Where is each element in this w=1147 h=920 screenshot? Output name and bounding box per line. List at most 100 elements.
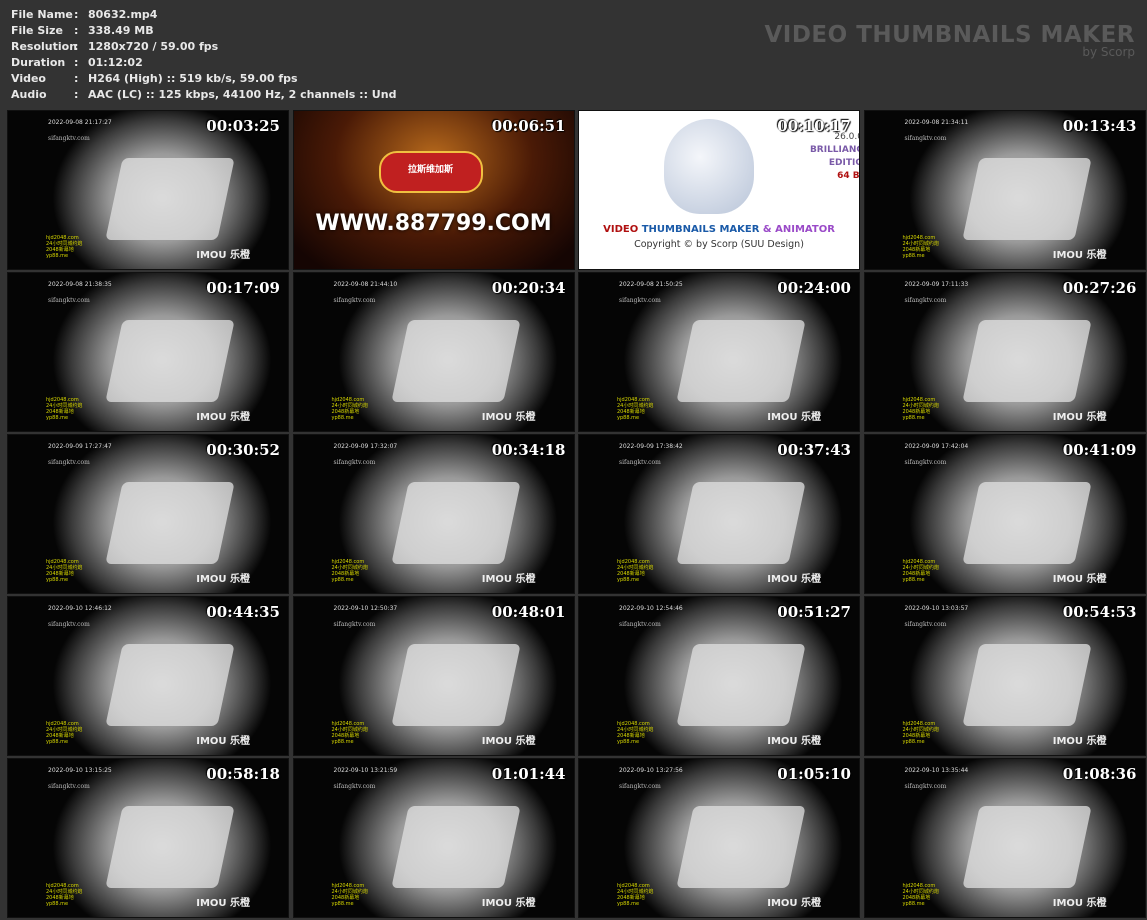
thumbnail[interactable]: 2022-09-10 12:50:37 sifangktv.com hjd204…	[292, 596, 575, 756]
thumbnail-time: 00:03:25	[206, 117, 280, 135]
ad-sign: 拉斯维加斯	[378, 151, 483, 193]
yellow-watermark: hjd2048.com 24小时同城约炮 2048新幕地 yp88.me	[903, 235, 939, 259]
thumbnail-time: 00:17:09	[206, 279, 280, 297]
imou-logo: IMOU 乐橙	[1052, 736, 1107, 747]
imou-logo: IMOU 乐橙	[481, 574, 536, 585]
bed-shape	[105, 806, 236, 889]
camera-timestamp: 2022-09-09 17:38:42	[619, 443, 683, 450]
thumbnail[interactable]: 2022-09-10 13:03:57 sifangktv.com hjd204…	[863, 596, 1146, 756]
thumbnail[interactable]: 2022-09-08 21:17:27 sifangktv.com hjd204…	[7, 110, 289, 270]
imou-logo: IMOU 乐橙	[196, 250, 250, 261]
info-separator: :	[74, 24, 79, 37]
yellow-watermark: hjd2048.com 24小时同城约炮 2048新幕地 yp88.me	[903, 883, 939, 907]
bed-shape	[391, 482, 521, 565]
info-row: File Size:338.49 MB	[11, 23, 396, 39]
info-row: Video: H264 (High) :: 519 kb/s, 59.00 fps	[11, 71, 396, 87]
thumbnail[interactable]: 拉斯维加斯 WWW.887799.COM 00:06:51	[292, 110, 575, 270]
bed-shape	[676, 482, 807, 565]
camera-timestamp: 2022-09-10 13:35:44	[904, 767, 969, 774]
thumbnail[interactable]: 2022-09-10 13:15:25 sifangktv.com hjd204…	[7, 758, 289, 918]
yellow-line: yp88.me	[902, 739, 925, 745]
thumbnail[interactable]: 2022-09-10 13:21:59 sifangktv.com hjd204…	[292, 758, 575, 918]
bed-shape	[962, 158, 1092, 241]
info-label: File Name	[11, 8, 73, 21]
camera-timestamp: 2022-09-10 13:21:59	[333, 767, 398, 774]
thumbnail[interactable]: 2022-09-08 21:50:25 sifangktv.com hjd204…	[578, 272, 860, 432]
thumbnail-time: 00:13:43	[1062, 117, 1137, 135]
yellow-line: yp88.me	[46, 901, 69, 907]
yellow-line: yp88.me	[617, 415, 640, 421]
thumbnail-time: 00:10:17	[777, 117, 851, 135]
title-part: VIDEO	[603, 224, 639, 235]
thumbnail[interactable]: 2022-09-08 21:38:35 sifangktv.com hjd204…	[7, 272, 289, 432]
thumbnail[interactable]: 2022-09-09 17:27:47 sifangktv.com hjd204…	[7, 434, 289, 594]
title-part: & ANIMATOR	[762, 224, 835, 235]
yellow-line: yp88.me	[902, 415, 925, 421]
info-label: Audio	[11, 88, 47, 101]
bed-shape	[391, 644, 521, 727]
edition-line: BRILLIANC	[809, 145, 860, 155]
yellow-watermark: hjd2048.com 24小时同城约炮 2048新幕地 yp88.me	[617, 559, 653, 583]
thumbnail[interactable]: 2022-09-10 13:35:44 sifangktv.com hjd204…	[863, 758, 1146, 918]
yellow-watermark: hjd2048.com 24小时同城约炮 2048新幕地 yp88.me	[617, 397, 653, 421]
imou-logo: IMOU 乐橙	[481, 412, 536, 423]
thumbnail-time: 01:08:36	[1062, 765, 1137, 783]
camera-timestamp: 2022-09-09 17:32:07	[333, 443, 398, 450]
thumbnail[interactable]: 2022-09-09 17:38:42 sifangktv.com hjd204…	[578, 434, 860, 594]
imou-logo: IMOU 乐橙	[196, 574, 250, 585]
imou-logo: IMOU 乐橙	[1052, 898, 1107, 909]
imou-logo: IMOU 乐橙	[481, 736, 536, 747]
info-separator: :	[74, 8, 79, 21]
info-separator: :	[74, 72, 79, 85]
title-part: THUMBNAILS MAKER	[641, 224, 760, 235]
camera-timestamp: 2022-09-09 17:27:47	[48, 443, 112, 450]
thumbnail[interactable]: 2022-09-10 12:54:46 sifangktv.com hjd204…	[578, 596, 860, 756]
thumbnail-time: 00:54:53	[1062, 603, 1137, 621]
thumbnail[interactable]: 2022-09-08 21:34:11 sifangktv.com hjd204…	[863, 110, 1146, 270]
info-value: H264 (High) :: 519 kb/s, 59.00 fps	[88, 72, 298, 85]
thumbnail[interactable]: 2022-09-09 17:11:33 sifangktv.com hjd204…	[863, 272, 1146, 432]
info-value: AAC (LC) :: 125 kbps, 44100 Hz, 2 channe…	[88, 88, 397, 101]
watermark: sifangktv.com	[619, 783, 661, 790]
imou-logo: IMOU 乐橙	[1052, 250, 1107, 261]
thumbnail[interactable]: 26.0.0BRILLIANCEDITIO64 BI VIDEO THUMBNA…	[578, 110, 860, 270]
thumbnail[interactable]: 2022-09-08 21:44:10 sifangktv.com hjd204…	[292, 272, 575, 432]
thumbnail[interactable]: 2022-09-09 17:42:04 sifangktv.com hjd204…	[863, 434, 1146, 594]
bed-shape	[391, 320, 521, 403]
watermark: sifangktv.com	[904, 621, 947, 628]
thumbnail[interactable]: 2022-09-10 13:27:56 sifangktv.com hjd204…	[578, 758, 860, 918]
thumbnail[interactable]: 2022-09-10 12:46:12 sifangktv.com hjd204…	[7, 596, 289, 756]
imou-logo: IMOU 乐橙	[196, 736, 250, 747]
thumbnail[interactable]: 2022-09-09 17:32:07 sifangktv.com hjd204…	[292, 434, 575, 594]
thumbnail-time: 00:48:01	[491, 603, 566, 621]
yellow-line: yp88.me	[902, 901, 925, 907]
bits: 64 BI	[837, 171, 860, 181]
imou-logo: IMOU 乐橙	[767, 898, 821, 909]
yellow-line: yp88.me	[331, 901, 354, 907]
watermark: sifangktv.com	[619, 459, 661, 466]
bed-shape	[105, 482, 236, 565]
yellow-line: yp88.me	[46, 253, 69, 259]
bed-shape	[391, 806, 521, 889]
imou-logo: IMOU 乐橙	[1052, 412, 1107, 423]
info-value: 338.49 MB	[88, 24, 154, 37]
imou-logo: IMOU 乐橙	[767, 574, 821, 585]
imou-logo: IMOU 乐橙	[196, 412, 250, 423]
watermark: sifangktv.com	[619, 297, 661, 304]
bed-shape	[676, 644, 807, 727]
bed-shape	[962, 806, 1092, 889]
vtm-title: VIDEO THUMBNAILS MAKER & ANIMATOR	[579, 224, 859, 235]
watermark: sifangktv.com	[48, 621, 90, 628]
watermark: sifangktv.com	[904, 459, 947, 466]
thumbnail-time: 00:06:51	[491, 117, 566, 135]
thumbnail-time: 01:05:10	[777, 765, 851, 783]
yellow-line: yp88.me	[902, 577, 925, 583]
camera-timestamp: 2022-09-08 21:50:25	[619, 281, 683, 288]
info-row: Resolution:1280x720 / 59.00 fps	[11, 39, 396, 55]
bed-shape	[676, 320, 807, 403]
watermark: sifangktv.com	[333, 297, 376, 304]
camera-timestamp: 2022-09-10 13:15:25	[48, 767, 112, 774]
yellow-line: yp88.me	[331, 739, 354, 745]
yellow-line: yp88.me	[46, 739, 69, 745]
thumbnail-time: 00:30:52	[206, 441, 280, 459]
